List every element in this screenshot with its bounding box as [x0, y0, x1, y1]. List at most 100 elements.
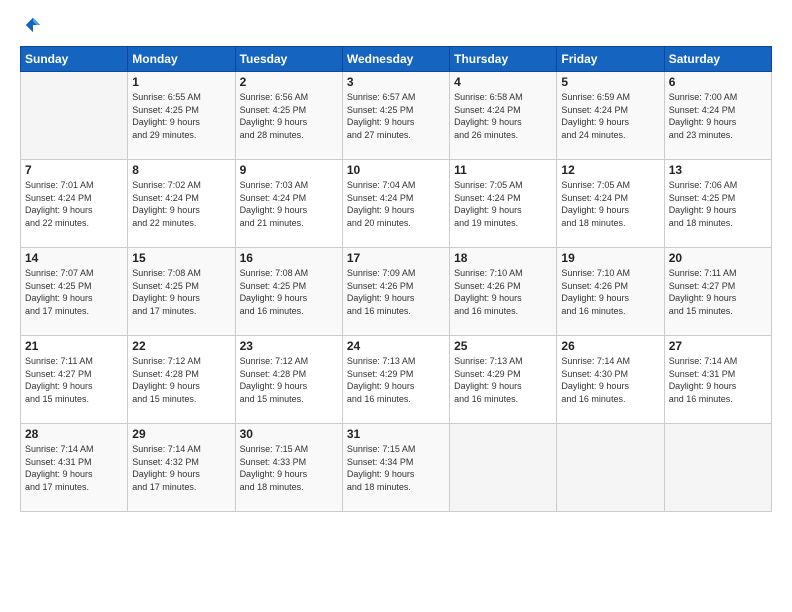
- day-number: 24: [347, 339, 445, 353]
- day-number: 7: [25, 163, 123, 177]
- day-number: 29: [132, 427, 230, 441]
- calendar-week-row: 21 Sunrise: 7:11 AM Sunset: 4:27 PM Dayli…: [21, 336, 772, 424]
- calendar-cell: 29 Sunrise: 7:14 AM Sunset: 4:32 PM Dayli…: [128, 424, 235, 512]
- day-number: 3: [347, 75, 445, 89]
- cell-content: Sunrise: 7:14 AM Sunset: 4:31 PM Dayligh…: [669, 355, 767, 405]
- cell-content: Sunrise: 7:14 AM Sunset: 4:32 PM Dayligh…: [132, 443, 230, 493]
- logo: [20, 16, 42, 34]
- calendar-cell: 12Sunrise: 7:05 AM Sunset: 4:24 PM Dayli…: [557, 160, 664, 248]
- cell-content: Sunrise: 7:11 AM Sunset: 4:27 PM Dayligh…: [25, 355, 123, 405]
- day-number: 16: [240, 251, 338, 265]
- day-number: 21: [25, 339, 123, 353]
- day-number: 1: [132, 75, 230, 89]
- day-number: 27: [669, 339, 767, 353]
- cell-content: Sunrise: 7:05 AM Sunset: 4:24 PM Dayligh…: [454, 179, 552, 229]
- cell-content: Sunrise: 7:11 AM Sunset: 4:27 PM Dayligh…: [669, 267, 767, 317]
- cell-content: Sunrise: 7:12 AM Sunset: 4:28 PM Dayligh…: [240, 355, 338, 405]
- day-header-friday: Friday: [557, 47, 664, 72]
- page: SundayMondayTuesdayWednesdayThursdayFrid…: [0, 0, 792, 612]
- calendar-cell: 14Sunrise: 7:07 AM Sunset: 4:25 PM Dayli…: [21, 248, 128, 336]
- day-number: 19: [561, 251, 659, 265]
- cell-content: Sunrise: 7:06 AM Sunset: 4:25 PM Dayligh…: [669, 179, 767, 229]
- calendar-cell: 11 Sunrise: 7:05 AM Sunset: 4:24 PM Dayli…: [450, 160, 557, 248]
- calendar-cell: 7 Sunrise: 7:01 AM Sunset: 4:24 PM Daylig…: [21, 160, 128, 248]
- calendar-cell: 21 Sunrise: 7:11 AM Sunset: 4:27 PM Dayli…: [21, 336, 128, 424]
- calendar-cell: [21, 72, 128, 160]
- calendar-cell: 3 Sunrise: 6:57 AM Sunset: 4:25 PM Daylig…: [342, 72, 449, 160]
- calendar-week-row: 14Sunrise: 7:07 AM Sunset: 4:25 PM Dayli…: [21, 248, 772, 336]
- day-number: 8: [132, 163, 230, 177]
- calendar-cell: 2 Sunrise: 6:56 AM Sunset: 4:25 PM Daylig…: [235, 72, 342, 160]
- day-number: 15: [132, 251, 230, 265]
- header: [20, 16, 772, 34]
- cell-content: Sunrise: 7:08 AM Sunset: 4:25 PM Dayligh…: [240, 267, 338, 317]
- days-header-row: SundayMondayTuesdayWednesdayThursdayFrid…: [21, 47, 772, 72]
- day-header-tuesday: Tuesday: [235, 47, 342, 72]
- cell-content: Sunrise: 7:04 AM Sunset: 4:24 PM Dayligh…: [347, 179, 445, 229]
- cell-content: Sunrise: 7:12 AM Sunset: 4:28 PM Dayligh…: [132, 355, 230, 405]
- calendar-cell: 4 Sunrise: 6:58 AM Sunset: 4:24 PM Daylig…: [450, 72, 557, 160]
- calendar-cell: 19 Sunrise: 7:10 AM Sunset: 4:26 PM Dayli…: [557, 248, 664, 336]
- day-header-thursday: Thursday: [450, 47, 557, 72]
- day-number: 5: [561, 75, 659, 89]
- calendar-cell: 18 Sunrise: 7:10 AM Sunset: 4:26 PM Dayli…: [450, 248, 557, 336]
- calendar-week-row: 28Sunrise: 7:14 AM Sunset: 4:31 PM Dayli…: [21, 424, 772, 512]
- calendar-cell: 1 Sunrise: 6:55 AM Sunset: 4:25 PM Daylig…: [128, 72, 235, 160]
- day-header-sunday: Sunday: [21, 47, 128, 72]
- calendar-cell: 31Sunrise: 7:15 AM Sunset: 4:34 PM Dayli…: [342, 424, 449, 512]
- cell-content: Sunrise: 7:01 AM Sunset: 4:24 PM Dayligh…: [25, 179, 123, 229]
- cell-content: Sunrise: 7:10 AM Sunset: 4:26 PM Dayligh…: [561, 267, 659, 317]
- day-number: 18: [454, 251, 552, 265]
- calendar-cell: 30 Sunrise: 7:15 AM Sunset: 4:33 PM Dayli…: [235, 424, 342, 512]
- calendar-week-row: 7 Sunrise: 7:01 AM Sunset: 4:24 PM Daylig…: [21, 160, 772, 248]
- cell-content: Sunrise: 6:55 AM Sunset: 4:25 PM Dayligh…: [132, 91, 230, 141]
- day-number: 10: [347, 163, 445, 177]
- calendar-cell: 6 Sunrise: 7:00 AM Sunset: 4:24 PM Daylig…: [664, 72, 771, 160]
- day-number: 25: [454, 339, 552, 353]
- day-number: 30: [240, 427, 338, 441]
- day-number: 9: [240, 163, 338, 177]
- cell-content: Sunrise: 6:56 AM Sunset: 4:25 PM Dayligh…: [240, 91, 338, 141]
- cell-content: Sunrise: 7:03 AM Sunset: 4:24 PM Dayligh…: [240, 179, 338, 229]
- cell-content: Sunrise: 6:57 AM Sunset: 4:25 PM Dayligh…: [347, 91, 445, 141]
- day-number: 23: [240, 339, 338, 353]
- calendar-cell: 17Sunrise: 7:09 AM Sunset: 4:26 PM Dayli…: [342, 248, 449, 336]
- cell-content: Sunrise: 7:13 AM Sunset: 4:29 PM Dayligh…: [347, 355, 445, 405]
- calendar-cell: 16 Sunrise: 7:08 AM Sunset: 4:25 PM Dayli…: [235, 248, 342, 336]
- day-number: 26: [561, 339, 659, 353]
- cell-content: Sunrise: 6:58 AM Sunset: 4:24 PM Dayligh…: [454, 91, 552, 141]
- cell-content: Sunrise: 7:15 AM Sunset: 4:33 PM Dayligh…: [240, 443, 338, 493]
- calendar-cell: 8 Sunrise: 7:02 AM Sunset: 4:24 PM Daylig…: [128, 160, 235, 248]
- cell-content: Sunrise: 7:15 AM Sunset: 4:34 PM Dayligh…: [347, 443, 445, 493]
- cell-content: Sunrise: 7:14 AM Sunset: 4:31 PM Dayligh…: [25, 443, 123, 493]
- day-number: 22: [132, 339, 230, 353]
- day-number: 13: [669, 163, 767, 177]
- calendar-cell: 5Sunrise: 6:59 AM Sunset: 4:24 PM Daylig…: [557, 72, 664, 160]
- calendar-cell: 15Sunrise: 7:08 AM Sunset: 4:25 PM Dayli…: [128, 248, 235, 336]
- day-number: 11: [454, 163, 552, 177]
- day-number: 17: [347, 251, 445, 265]
- calendar-cell: [557, 424, 664, 512]
- cell-content: Sunrise: 7:10 AM Sunset: 4:26 PM Dayligh…: [454, 267, 552, 317]
- calendar-cell: 23 Sunrise: 7:12 AM Sunset: 4:28 PM Dayli…: [235, 336, 342, 424]
- calendar-table: SundayMondayTuesdayWednesdayThursdayFrid…: [20, 46, 772, 512]
- calendar-cell: 10 Sunrise: 7:04 AM Sunset: 4:24 PM Dayli…: [342, 160, 449, 248]
- calendar-cell: 22 Sunrise: 7:12 AM Sunset: 4:28 PM Dayli…: [128, 336, 235, 424]
- calendar-cell: 27 Sunrise: 7:14 AM Sunset: 4:31 PM Dayli…: [664, 336, 771, 424]
- day-number: 20: [669, 251, 767, 265]
- cell-content: Sunrise: 7:02 AM Sunset: 4:24 PM Dayligh…: [132, 179, 230, 229]
- calendar-cell: 9 Sunrise: 7:03 AM Sunset: 4:24 PM Daylig…: [235, 160, 342, 248]
- day-header-saturday: Saturday: [664, 47, 771, 72]
- cell-content: Sunrise: 7:00 AM Sunset: 4:24 PM Dayligh…: [669, 91, 767, 141]
- cell-content: Sunrise: 7:14 AM Sunset: 4:30 PM Dayligh…: [561, 355, 659, 405]
- day-number: 4: [454, 75, 552, 89]
- day-number: 14: [25, 251, 123, 265]
- calendar-cell: 13 Sunrise: 7:06 AM Sunset: 4:25 PM Dayli…: [664, 160, 771, 248]
- calendar-cell: 26 Sunrise: 7:14 AM Sunset: 4:30 PM Dayli…: [557, 336, 664, 424]
- calendar-cell: 25 Sunrise: 7:13 AM Sunset: 4:29 PM Dayli…: [450, 336, 557, 424]
- cell-content: Sunrise: 7:13 AM Sunset: 4:29 PM Dayligh…: [454, 355, 552, 405]
- day-number: 6: [669, 75, 767, 89]
- day-number: 2: [240, 75, 338, 89]
- logo-icon: [24, 16, 42, 34]
- calendar-cell: 24 Sunrise: 7:13 AM Sunset: 4:29 PM Dayli…: [342, 336, 449, 424]
